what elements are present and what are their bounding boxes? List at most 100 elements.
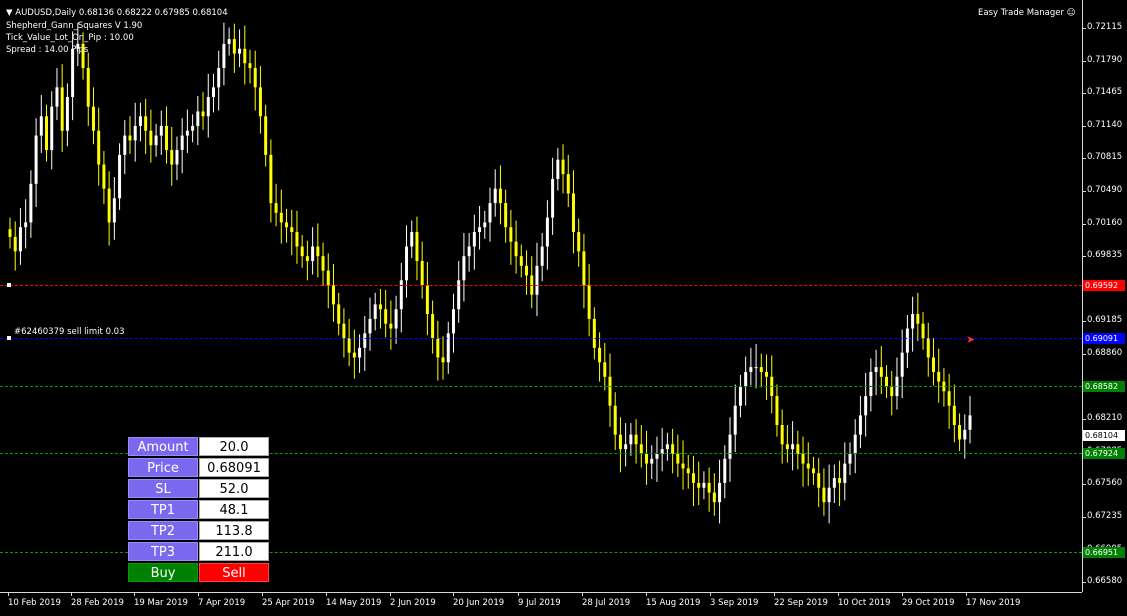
candle: [258, 66, 262, 134]
candle: [91, 87, 95, 145]
date-tick-label: 2 Jun 2019: [390, 598, 436, 608]
candle: [556, 148, 560, 191]
order-label: #62460379 sell limit 0.03: [14, 327, 125, 337]
candle: [201, 92, 205, 130]
candle: [519, 244, 523, 278]
candle: [525, 250, 529, 295]
date-tick-label: 28 Feb 2019: [71, 598, 124, 608]
candle: [660, 427, 664, 472]
sl-label: SL: [128, 479, 198, 498]
candle: [175, 136, 179, 180]
candle: [29, 170, 33, 238]
candle: [598, 332, 602, 382]
candle: [65, 83, 69, 147]
tp3-input[interactable]: 211.0: [199, 542, 269, 561]
candle: [358, 334, 362, 373]
candle: [645, 430, 649, 485]
candle: [832, 464, 836, 504]
date-tick-mark: [582, 592, 583, 596]
order-arrow-icon[interactable]: ➤: [966, 333, 975, 346]
price-tick-label: 0.68210: [1087, 413, 1123, 423]
candle: [629, 423, 633, 456]
candle: [8, 217, 12, 249]
candle: [639, 425, 643, 468]
candle: [55, 68, 59, 121]
red-line-handle[interactable]: [7, 283, 11, 287]
order-line-handle[interactable]: [7, 336, 11, 340]
date-tick-mark: [646, 592, 647, 596]
candle: [483, 210, 487, 239]
candle: [566, 154, 570, 207]
candle: [702, 471, 706, 500]
tp1-input[interactable]: 48.1: [199, 500, 269, 519]
candle: [592, 307, 596, 360]
sell-limit-line[interactable]: [0, 338, 1082, 339]
candle: [665, 432, 669, 461]
candle: [128, 116, 132, 154]
smiley-icon: ☺: [1066, 8, 1076, 18]
price-tick-mark: [1082, 354, 1086, 355]
date-tick-mark: [262, 592, 263, 596]
price-tick-label: 0.70815: [1087, 152, 1123, 162]
dropdown-triangle-icon[interactable]: ▼: [6, 8, 13, 18]
candle: [467, 233, 471, 272]
tp3-price-tag: 0.66951: [1083, 547, 1125, 558]
date-tick-label: 14 May 2019: [326, 598, 382, 608]
candle: [133, 102, 137, 162]
candle: [352, 329, 356, 379]
candle: [295, 210, 299, 264]
candle: [921, 312, 925, 350]
price-tick-mark: [1082, 484, 1086, 485]
candle: [848, 442, 852, 476]
candle: [159, 110, 163, 155]
price-tick-mark: [1082, 419, 1086, 420]
candle: [864, 372, 868, 437]
candle: [378, 288, 382, 329]
amount-input[interactable]: 20.0: [199, 437, 269, 456]
date-tick-mark: [902, 592, 903, 596]
candle: [472, 214, 476, 270]
date-tick-mark: [326, 592, 327, 596]
price-tick-mark: [1082, 517, 1086, 518]
candle: [770, 355, 774, 414]
sell-button[interactable]: Sell: [199, 563, 269, 582]
candle: [18, 207, 22, 265]
candle: [571, 170, 575, 254]
candle: [650, 445, 654, 480]
price-tick-label: 0.71465: [1087, 87, 1123, 97]
candle: [952, 384, 956, 443]
tp1-label: TP1: [128, 500, 198, 519]
date-tick-label: 25 Apr 2019: [262, 598, 315, 608]
candle: [869, 358, 873, 412]
sl-input[interactable]: 52.0: [199, 479, 269, 498]
price-input[interactable]: 0.68091: [199, 458, 269, 477]
buy-button[interactable]: Buy: [128, 563, 198, 582]
candle: [958, 413, 962, 452]
candle: [885, 365, 889, 398]
candle: [149, 109, 153, 163]
candle: [504, 189, 508, 243]
date-tick-label: 15 Aug 2019: [646, 598, 701, 608]
candle: [97, 107, 101, 186]
candle: [368, 297, 372, 351]
candle: [759, 353, 763, 388]
candle: [446, 321, 450, 374]
candle: [749, 347, 753, 386]
candle: [441, 336, 445, 380]
date-tick-label: 9 Jul 2019: [518, 598, 561, 608]
tp2-input[interactable]: 113.8: [199, 521, 269, 540]
candle: [603, 342, 607, 391]
price-label: Price: [128, 458, 198, 477]
candle: [279, 189, 283, 244]
red-level-line[interactable]: [0, 285, 1082, 286]
candle: [707, 467, 711, 512]
date-tick-mark: [71, 592, 72, 596]
tp1-price-tag: 0.68582: [1083, 381, 1125, 392]
tp2-label: TP2: [128, 521, 198, 540]
candle: [180, 118, 184, 174]
price-tick-label: 0.72115: [1087, 22, 1123, 32]
price-tick-mark: [1082, 28, 1086, 29]
candle: [744, 356, 748, 406]
price-tick-mark: [1082, 191, 1086, 192]
tp1-line[interactable]: [0, 386, 1082, 387]
